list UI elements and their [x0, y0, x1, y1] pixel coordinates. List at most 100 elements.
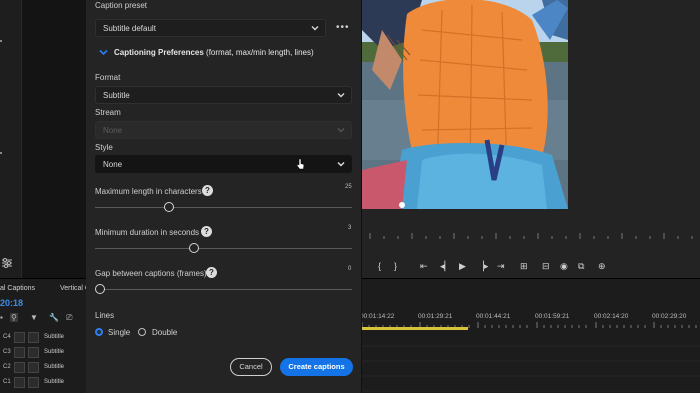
track-eye-icon[interactable] — [14, 377, 25, 388]
min-duration-value: 3 — [348, 225, 352, 231]
lines-label: Lines — [95, 311, 115, 320]
gap-slider[interactable] — [95, 284, 352, 294]
slider-thumb[interactable] — [188, 243, 199, 253]
track-label: Subtitle — [44, 364, 65, 370]
section-subtitle: (format, max/min length, lines) — [206, 48, 314, 57]
slider-track — [95, 289, 352, 290]
track-lock-icon[interactable] — [28, 377, 39, 388]
slider-track — [95, 207, 352, 208]
style-dropdown[interactable]: None — [95, 155, 352, 173]
collapse-chevron-icon[interactable] — [99, 49, 108, 56]
comparison-view-icon[interactable]: ⧉ — [578, 261, 584, 272]
transport-controls: { } ⇤ ◂▏ ▶ ▕▸ ⇥ ⊞ ⊟ ◉ ⧉ ⊕ — [362, 258, 700, 276]
format-value: Subtitle — [103, 91, 130, 100]
max-length-help-icon[interactable]: ? — [202, 185, 213, 196]
ruler-time-label: 00:01:14:22 — [360, 313, 395, 320]
gap-value: 0 — [348, 266, 352, 272]
play-icon[interactable]: ▶ — [459, 261, 466, 272]
lines-double-label[interactable]: Double — [152, 328, 177, 337]
create-captions-dialog: Caption preset Subtitle default ••• Capt… — [86, 0, 362, 393]
lines-double-radio[interactable] — [138, 328, 146, 336]
chevron-down-icon — [311, 26, 319, 31]
track-eye-icon[interactable] — [14, 347, 25, 358]
timeline-timecode[interactable]: 20:18 — [0, 298, 23, 308]
track-eye-icon[interactable] — [14, 332, 25, 343]
max-length-slider[interactable] — [95, 202, 352, 212]
max-length-label: Maximum length in characters — [95, 187, 202, 196]
video-image — [362, 0, 568, 209]
gap-label: Gap between captions (frames) — [95, 269, 207, 278]
add-marker-icon[interactable]: ▼ — [30, 313, 38, 322]
captions-toggle-icon[interactable]: ⎚ — [66, 313, 72, 323]
preset-more-button[interactable]: ••• — [336, 22, 350, 33]
tab-captions-sequence[interactable]: al Captions — [0, 285, 35, 292]
slider-thumb[interactable] — [164, 202, 175, 212]
track-c2[interactable]: C2 Subtitle — [0, 361, 86, 375]
mouse-cursor-icon — [296, 158, 305, 170]
track-id: C4 — [3, 334, 11, 340]
track-c1[interactable]: C1 Subtitle — [0, 376, 86, 390]
lines-single-label[interactable]: Single — [108, 328, 130, 337]
style-label: Style — [95, 143, 113, 152]
track-id: C3 — [3, 349, 11, 355]
timeline-time-ruler[interactable]: 00:01:14:22 00:01:29:21 00:01:44:21 00:0… — [360, 313, 700, 333]
overwrite-icon[interactable]: ⊟ — [542, 261, 550, 272]
caption-preset-value: Subtitle default — [103, 24, 156, 33]
track-lock-icon[interactable] — [28, 347, 39, 358]
ruler-time-label: 00:02:14:20 — [594, 313, 629, 320]
export-frame-icon[interactable]: ◉ — [560, 261, 568, 272]
gap-help-icon[interactable]: ? — [206, 267, 217, 278]
chevron-down-icon — [337, 162, 345, 167]
track-lanes — [360, 345, 700, 392]
ruler-time-label: 00:01:29:21 — [418, 313, 453, 320]
snap-icon[interactable]: ⚲ — [10, 313, 18, 322]
track-label: Subtitle — [44, 379, 65, 385]
program-monitor: { } ⇤ ◂▏ ▶ ▕▸ ⇥ ⊞ ⊟ ◉ ⧉ ⊕ — [352, 0, 700, 278]
track-label: Subtitle — [44, 349, 65, 355]
min-duration-help-icon[interactable]: ? — [201, 226, 212, 237]
slider-thumb[interactable] — [95, 284, 105, 294]
project-panel — [0, 0, 86, 278]
monitor-ruler[interactable] — [362, 229, 700, 239]
min-duration-slider[interactable] — [95, 243, 352, 253]
track-eye-icon[interactable] — [14, 362, 25, 373]
stream-label: Stream — [95, 108, 121, 117]
max-length-value: 25 — [345, 184, 352, 190]
track-lock-icon[interactable] — [28, 332, 39, 343]
sliders-settings-icon[interactable] — [1, 257, 13, 269]
mark-in-icon[interactable]: { — [378, 261, 381, 271]
go-to-out-icon[interactable]: ⇥ — [497, 261, 505, 272]
track-c4[interactable]: C4 Subtitle — [0, 331, 86, 345]
go-to-in-icon[interactable]: ⇤ — [420, 261, 428, 272]
cancel-button[interactable]: Cancel — [230, 358, 272, 376]
track-id: C2 — [3, 364, 11, 370]
caption-preset-dropdown[interactable]: Subtitle default — [95, 19, 326, 37]
lines-single-radio[interactable] — [95, 328, 103, 336]
button-editor-icon[interactable]: ⊕ — [598, 261, 606, 272]
format-dropdown[interactable]: Subtitle — [95, 86, 352, 104]
mark-out-icon[interactable]: } — [394, 261, 397, 271]
track-label: Subtitle — [44, 334, 65, 340]
captioning-preferences-toggle[interactable]: Captioning Preferences (format, max/min … — [114, 48, 314, 57]
panel-marker — [0, 152, 2, 154]
nest-icon[interactable]: ▪ — [0, 313, 3, 322]
work-area-bar[interactable] — [360, 327, 468, 330]
chevron-down-icon — [337, 128, 345, 133]
track-c3[interactable]: C3 Subtitle — [0, 346, 86, 360]
panel-marker — [0, 40, 2, 42]
create-captions-button[interactable]: Create captions — [280, 358, 353, 376]
step-back-icon[interactable]: ◂▏ — [440, 261, 451, 272]
insert-icon[interactable]: ⊞ — [520, 261, 528, 272]
timeline-toolbar: ▪ ⚲ ▼ 🔧 ⎚ — [0, 312, 86, 326]
chevron-down-icon — [337, 93, 345, 98]
section-title: Captioning Preferences — [114, 48, 204, 57]
min-duration-label: Minimum duration in seconds — [95, 228, 200, 237]
ruler-time-label: 00:01:59:21 — [535, 313, 570, 320]
track-lock-icon[interactable] — [28, 362, 39, 373]
wrench-icon[interactable]: 🔧 — [49, 313, 59, 322]
format-label: Format — [95, 73, 121, 82]
ruler-time-label: 00:02:29:20 — [652, 313, 687, 320]
ruler-time-label: 00:01:44:21 — [476, 313, 511, 320]
step-forward-icon[interactable]: ▕▸ — [477, 261, 488, 272]
stream-value: None — [103, 126, 123, 135]
